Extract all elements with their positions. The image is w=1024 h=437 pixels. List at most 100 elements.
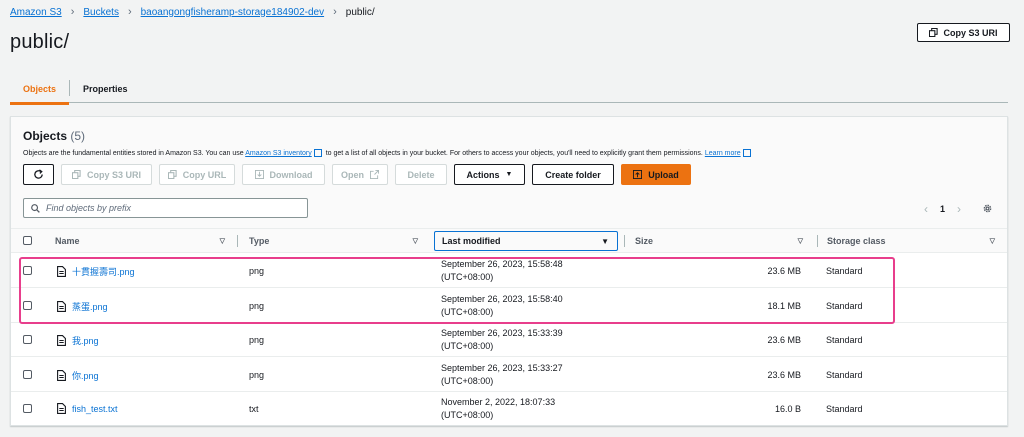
- column-divider: [817, 235, 818, 247]
- sort-icon: ▽: [412, 238, 418, 245]
- row-checkbox[interactable]: [23, 404, 32, 413]
- external-link-icon: [370, 170, 379, 179]
- page-number[interactable]: 1: [940, 204, 945, 214]
- actions-dropdown[interactable]: Actions ▼: [454, 164, 525, 185]
- upload-button[interactable]: Upload: [621, 164, 691, 185]
- desc-text-1: Objects are the fundamental entities sto…: [23, 149, 246, 157]
- table-row[interactable]: 蒸蛋.png png September 26, 2023, 15:58:40 …: [11, 289, 1007, 323]
- actions-label: Actions: [466, 169, 500, 180]
- date-value: September 26, 2023, 15:33:27: [441, 363, 563, 373]
- storage-class: Standard: [826, 404, 863, 414]
- search-input[interactable]: [46, 203, 286, 213]
- file-name: 蒸蛋.png: [72, 302, 108, 312]
- breadcrumb-bucket[interactable]: baoangongfisheramp-storage184902-dev: [141, 7, 324, 18]
- objects-description: Objects are the fundamental entities sto…: [23, 149, 753, 157]
- breadcrumb-amazon-s3[interactable]: Amazon S3: [10, 7, 62, 18]
- file-name-link[interactable]: 你.png: [57, 369, 99, 382]
- date-value: September 26, 2023, 15:58:48: [441, 259, 563, 269]
- file-type: png: [249, 370, 265, 380]
- timezone-value: (UTC+08:00): [441, 272, 494, 282]
- table-row[interactable]: fish_test.txt txt November 2, 2022, 18:0…: [11, 392, 1007, 426]
- copy-s3-uri-button[interactable]: Copy S3 URI: [917, 23, 1010, 42]
- last-modified: November 2, 2022, 18:07:33 (UTC+08:00): [441, 396, 555, 422]
- open-label: Open: [340, 169, 364, 180]
- date-value: September 26, 2023, 15:58:40: [441, 294, 563, 304]
- table-row[interactable]: 你.png png September 26, 2023, 15:33:27 (…: [11, 358, 1007, 392]
- download-button[interactable]: Download: [242, 164, 325, 185]
- storage-class: Standard: [826, 335, 863, 345]
- delete-button[interactable]: Delete: [395, 164, 447, 185]
- date-value: September 26, 2023, 15:33:39: [441, 328, 563, 338]
- file-name: 十貫握壽司.png: [72, 267, 135, 277]
- desc-text-2: to get a list of all objects in your buc…: [323, 149, 705, 157]
- copy-icon: [929, 28, 939, 37]
- upload-label: Upload: [648, 169, 679, 180]
- refresh-button[interactable]: [23, 164, 54, 185]
- date-value: November 2, 2022, 18:07:33: [441, 397, 556, 407]
- chevron-right-icon[interactable]: ›: [957, 202, 961, 216]
- search-field: [23, 198, 308, 218]
- last-modified: September 26, 2023, 15:58:48 (UTC+08:00): [441, 258, 563, 284]
- file-name-link[interactable]: fish_test.txt: [57, 403, 118, 414]
- last-modified: September 26, 2023, 15:33:27 (UTC+08:00): [441, 362, 563, 388]
- row-checkbox[interactable]: [23, 266, 32, 275]
- tab-properties[interactable]: Properties: [70, 74, 141, 103]
- objects-panel: Objects (5) Objects are the fundamental …: [10, 116, 1008, 426]
- column-last-modified[interactable]: Last modified ▼: [434, 231, 618, 251]
- refresh-icon: [34, 169, 43, 179]
- open-button[interactable]: Open: [332, 164, 388, 185]
- file-name: fish_test.txt: [72, 403, 118, 414]
- last-modified: September 26, 2023, 15:58:40 (UTC+08:00): [441, 293, 563, 319]
- page-title: public/: [10, 31, 70, 53]
- column-name[interactable]: Name ▽: [55, 229, 233, 253]
- table-row[interactable]: 十貫握壽司.png png September 26, 2023, 15:58:…: [11, 254, 1007, 288]
- file-size: 18.1 MB: [767, 301, 801, 311]
- objects-toolbar: Copy S3 URI Copy URL Download Open Delet…: [23, 164, 691, 185]
- table-row[interactable]: 我.png png September 26, 2023, 15:33:39 (…: [11, 323, 1007, 357]
- column-divider: [624, 235, 625, 247]
- external-link-icon: [742, 149, 751, 157]
- sort-icon: ▽: [219, 238, 225, 245]
- row-checkbox[interactable]: [23, 335, 32, 344]
- column-last-modified-label: Last modified: [442, 236, 501, 246]
- table-header: Name ▽ Type ▽ Last modified ▼ Size ▽ Sto…: [11, 229, 1007, 253]
- file-name-link[interactable]: 蒸蛋.png: [57, 300, 108, 313]
- settings-gear-icon[interactable]: [982, 201, 993, 219]
- copy-icon: [71, 170, 81, 179]
- column-type[interactable]: Type ▽: [249, 229, 426, 253]
- chevron-left-icon[interactable]: ‹: [924, 202, 928, 216]
- last-modified: September 26, 2023, 15:33:39 (UTC+08:00): [441, 327, 563, 353]
- select-all-checkbox[interactable]: [23, 236, 32, 245]
- copy-s3-uri-toolbar-button[interactable]: Copy S3 URI: [61, 164, 152, 185]
- upload-icon: [633, 170, 643, 179]
- download-icon: [254, 170, 264, 179]
- create-folder-label: Create folder: [545, 169, 601, 180]
- copy-s3-uri-label: Copy S3 URI: [943, 27, 998, 38]
- learn-more-link[interactable]: Learn more: [705, 150, 741, 157]
- column-size[interactable]: Size ▽: [635, 229, 811, 253]
- sort-icon: ▽: [989, 238, 995, 245]
- copy-url-button[interactable]: Copy URL: [159, 164, 235, 185]
- copy-s3-uri-toolbar-label: Copy S3 URI: [86, 169, 141, 180]
- row-checkbox[interactable]: [23, 370, 32, 379]
- objects-title-text: Objects: [23, 129, 68, 143]
- create-folder-button[interactable]: Create folder: [532, 164, 614, 185]
- sort-desc-icon: ▼: [601, 236, 609, 246]
- tab-objects[interactable]: Objects: [10, 74, 70, 105]
- file-name-link[interactable]: 十貫握壽司.png: [57, 265, 135, 278]
- timezone-value: (UTC+08:00): [441, 341, 494, 351]
- column-storage-class[interactable]: Storage class ▽: [827, 229, 1003, 253]
- tab-properties-label: Properties: [83, 83, 128, 94]
- row-checkbox[interactable]: [23, 301, 32, 310]
- objects-title: Objects (5): [23, 129, 85, 143]
- breadcrumb-buckets[interactable]: Buckets: [83, 7, 119, 18]
- file-icon: [57, 403, 66, 414]
- copy-url-label: Copy URL: [182, 169, 227, 180]
- inventory-link[interactable]: Amazon S3 inventory: [245, 150, 312, 157]
- file-type: png: [249, 335, 265, 345]
- file-type: png: [249, 301, 265, 311]
- download-label: Download: [269, 169, 313, 180]
- sort-icon: ▽: [797, 238, 803, 245]
- column-type-label: Type: [249, 236, 270, 246]
- file-name-link[interactable]: 我.png: [57, 334, 99, 347]
